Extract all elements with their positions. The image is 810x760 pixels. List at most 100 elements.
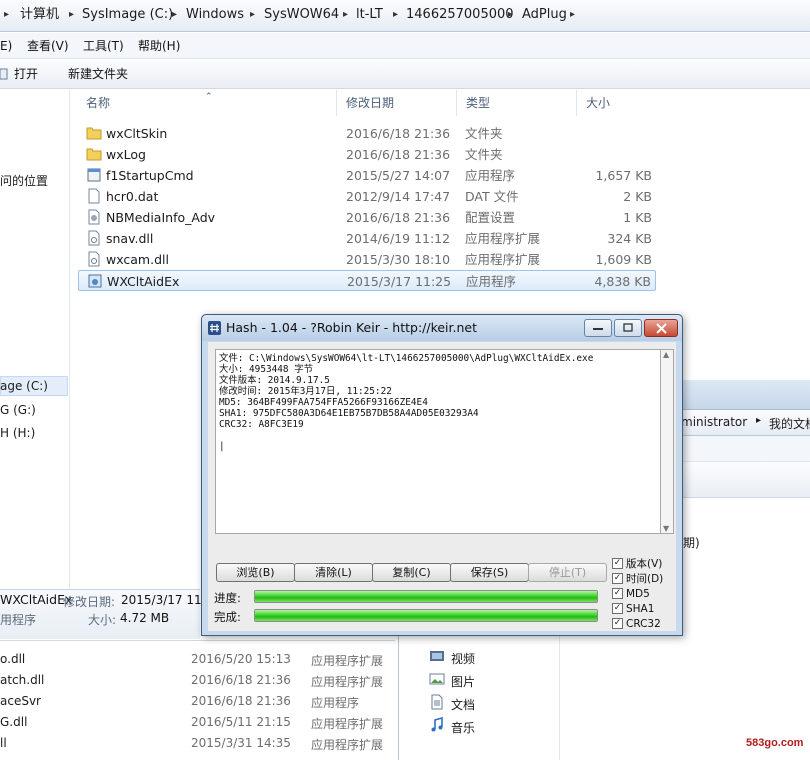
- file-type: 应用程序扩展: [465, 252, 541, 267]
- menu-tools[interactable]: 工具(T): [83, 33, 124, 59]
- details-size-label: 大小:: [88, 613, 117, 627]
- breadcrumb-separator-icon[interactable]: ▸: [4, 0, 9, 30]
- checkbox-version[interactable]: ✓ 版本(V): [612, 557, 680, 572]
- column-header-size[interactable]: 大小: [586, 90, 610, 116]
- checkbox-label: CRC32: [626, 618, 661, 630]
- file-date: 2016/6/18 21:36: [191, 694, 291, 708]
- breadcrumb-separator-icon[interactable]: ▸: [343, 0, 348, 30]
- maximize-button[interactable]: [614, 319, 642, 337]
- file-name: G.dll: [0, 715, 28, 729]
- nav-item-recent-places[interactable]: 问的位置: [0, 172, 48, 189]
- file-row[interactable]: wxCltSkin 2016/6/18 21:36 文件夹: [78, 123, 656, 144]
- toolbar: 打开 新建文件夹: [0, 60, 810, 89]
- breadcrumb-separator-icon[interactable]: ▸: [172, 0, 177, 30]
- file-row[interactable]: NBMediaInfo_Adv 2016/6/18 21:36 配置设置 1 K…: [78, 207, 656, 228]
- details-date-value: 2015/3/17 11:: [121, 593, 206, 607]
- new-folder-button[interactable]: 新建文件夹: [68, 60, 128, 89]
- hash-title-bar[interactable]: Hash - 1.04 - ?Robin Keir - http://keir.…: [202, 315, 682, 341]
- file-row[interactable]: G.dll 2016/5/11 21:15 应用程序扩展: [0, 712, 395, 733]
- library-item-videos[interactable]: 视频: [451, 650, 475, 667]
- minimize-button[interactable]: [584, 319, 612, 337]
- nav-item-c-drive[interactable]: age (C:): [0, 379, 48, 393]
- file-row[interactable]: aceSvr 2016/6/18 21:36 应用程序: [0, 691, 395, 712]
- details-pane: WXCltAidEx 修改日期: 2015/3/17 11: 用程序 大小: 4…: [0, 589, 206, 639]
- hash-client-area: 文件: C:\Windows\SysWOW64\lt-LT\1466257005…: [208, 342, 676, 631]
- file-row[interactable]: atch.dll 2016/6/18 21:36 应用程序扩展: [0, 670, 395, 691]
- checkbox-crc32[interactable]: ✓ CRC32: [612, 617, 680, 632]
- breadcrumb-separator-icon[interactable]: ▸: [508, 0, 513, 30]
- breadcrumb-separator-icon[interactable]: ▸: [393, 0, 398, 30]
- close-button[interactable]: [644, 319, 678, 337]
- breadcrumb-1466257005000[interactable]: 1466257005000: [406, 0, 514, 30]
- breadcrumb-syswow64[interactable]: SysWOW64: [264, 0, 339, 30]
- checkbox-check-icon: ✓: [612, 558, 623, 569]
- file-icon: [88, 188, 100, 204]
- menu-edit[interactable]: E): [0, 33, 12, 59]
- file-size: 2 KB: [623, 189, 652, 204]
- checkbox-time[interactable]: ✓ 时间(D): [612, 572, 680, 587]
- file-row-selected[interactable]: WXCltAidEx 2015/3/17 11:25 应用程序 4,838 KB: [78, 270, 656, 291]
- stop-button[interactable]: 停止(T): [528, 563, 607, 582]
- details-date-label: 修改日期:: [63, 595, 116, 609]
- hash-window: Hash - 1.04 - ?Robin Keir - http://keir.…: [201, 314, 683, 636]
- nav-item-g-drive[interactable]: G (G:): [0, 403, 36, 417]
- breadcrumb-sysimage[interactable]: SysImage (C:): [82, 0, 173, 30]
- breadcrumb-computer[interactable]: 计算机: [20, 0, 59, 30]
- file-name: wxcam.dll: [106, 252, 169, 267]
- progress-label: 进度:: [214, 591, 241, 605]
- library-item-music[interactable]: 音乐: [451, 719, 475, 736]
- file-row[interactable]: hcr0.dat 2012/9/14 17:47 DAT 文件 2 KB: [78, 186, 656, 207]
- menu-view[interactable]: 查看(V): [27, 33, 69, 59]
- breadcrumb-lt-lt[interactable]: lt-LT: [356, 0, 383, 30]
- details-size-value: 4.72 MB: [120, 611, 170, 625]
- file-row[interactable]: wxcam.dll 2015/3/30 18:10 应用程序扩展 1,609 K…: [78, 249, 656, 270]
- file-row[interactable]: ll 2015/3/31 14:35 应用程序扩展: [0, 733, 395, 754]
- checkbox-label: SHA1: [626, 603, 655, 615]
- column-header-date[interactable]: 期): [683, 534, 700, 551]
- breadcrumb-separator-icon[interactable]: ▸: [69, 0, 74, 30]
- save-button[interactable]: 保存(S): [450, 563, 529, 582]
- checkbox-sha1[interactable]: ✓ SHA1: [612, 602, 680, 617]
- config-icon: [88, 209, 100, 225]
- menu-help[interactable]: 帮助(H): [138, 33, 180, 59]
- file-name: f1StartupCmd: [106, 168, 194, 183]
- breadcrumb-separator-icon[interactable]: ▸: [250, 0, 255, 30]
- file-row[interactable]: snav.dll 2014/6/19 11:12 应用程序扩展 324 KB: [78, 228, 656, 249]
- browse-button[interactable]: 浏览(B): [216, 563, 295, 582]
- vertical-scrollbar[interactable]: ▲ ▼: [661, 349, 674, 534]
- breadcrumb-windows[interactable]: Windows: [186, 0, 244, 30]
- file-type: 应用程序扩展: [311, 675, 384, 689]
- breadcrumb-adplug[interactable]: AdPlug: [522, 0, 567, 30]
- file-type: 应用程序扩展: [311, 738, 384, 752]
- file-row[interactable]: o.dll 2016/5/20 15:13 应用程序扩展: [0, 649, 395, 670]
- column-divider[interactable]: [576, 90, 577, 116]
- breadcrumb-separator-icon[interactable]: ▸: [570, 0, 575, 30]
- column-divider[interactable]: [456, 90, 457, 116]
- file-row[interactable]: wxLog 2016/6/18 21:36 文件夹: [78, 144, 656, 165]
- column-header-name[interactable]: 名称: [86, 90, 110, 116]
- breadcrumb-my-documents[interactable]: 我的文档: [769, 415, 810, 432]
- file-type: 应用程序: [311, 696, 360, 710]
- hash-output-textarea[interactable]: 文件: C:\Windows\SysWOW64\lt-LT\1466257005…: [215, 349, 661, 534]
- file-row[interactable]: f1StartupCmd 2015/5/27 14:07 应用程序 1,657 …: [78, 165, 656, 186]
- open-button[interactable]: 打开: [14, 60, 38, 89]
- address-bar[interactable]: ▸ 计算机 ▸ SysImage (C:) ▸ Windows ▸ SysWOW…: [0, 0, 810, 32]
- column-header-type[interactable]: 类型: [466, 90, 490, 116]
- library-item-pictures[interactable]: 图片: [451, 673, 475, 690]
- watermark-text: 583go.com: [746, 737, 804, 749]
- checkbox-md5[interactable]: ✓ MD5: [612, 587, 680, 602]
- file-size: 1 KB: [623, 210, 652, 225]
- library-item-documents[interactable]: 文档: [451, 696, 475, 713]
- breadcrumb-separator-icon[interactable]: ▸: [756, 415, 761, 426]
- file-name: snav.dll: [106, 231, 154, 246]
- scroll-up-icon[interactable]: ▲: [663, 350, 669, 359]
- nav-item-h-drive[interactable]: H (H:): [0, 426, 35, 440]
- copy-button[interactable]: 复制(C): [372, 563, 451, 582]
- scroll-down-icon[interactable]: ▼: [663, 524, 669, 533]
- open-icon[interactable]: [0, 68, 8, 80]
- column-divider[interactable]: [336, 90, 337, 116]
- file-type: 应用程序扩展: [465, 231, 541, 246]
- clear-button[interactable]: 清除(L): [294, 563, 373, 582]
- column-header-date[interactable]: 修改日期: [346, 90, 394, 116]
- breadcrumb-administrator[interactable]: ministrator: [681, 415, 747, 429]
